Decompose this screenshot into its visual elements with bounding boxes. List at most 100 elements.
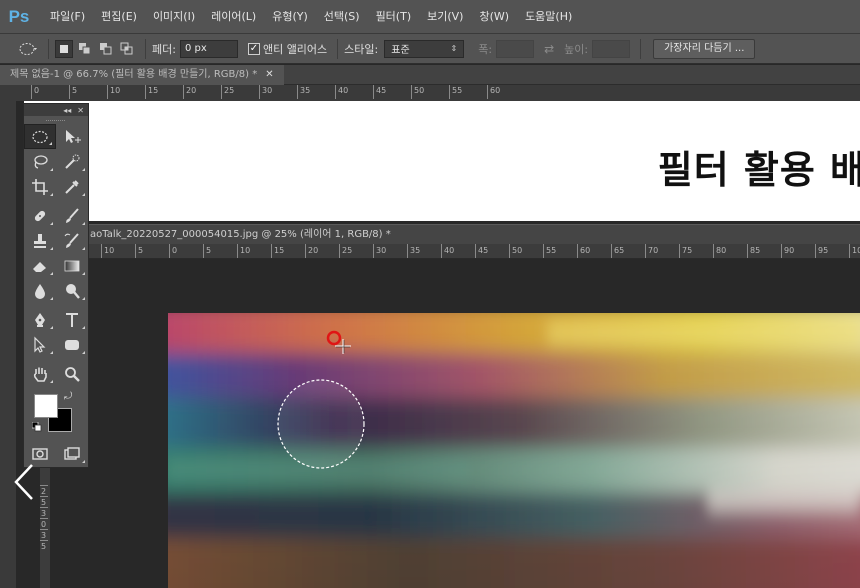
ruler-tick-label: 15 bbox=[274, 246, 285, 255]
pen-tool[interactable] bbox=[24, 307, 56, 332]
separator bbox=[337, 38, 339, 59]
menu-item[interactable]: 파일(F) bbox=[42, 0, 93, 34]
move-tool[interactable] bbox=[56, 124, 88, 149]
elliptical-selection-marquee bbox=[277, 379, 365, 469]
collapse-panel-icon[interactable]: ◂◂ bbox=[63, 106, 71, 115]
ruler-tick-mark bbox=[747, 244, 748, 258]
photoshop-logo: Ps bbox=[8, 6, 30, 26]
canvas-heading-text: 필터 활용 배 bbox=[657, 148, 860, 192]
subtract-from-selection-button[interactable] bbox=[97, 40, 115, 58]
close-panel-icon[interactable]: ✕ bbox=[77, 106, 84, 115]
intersect-selection-button[interactable] bbox=[118, 40, 136, 58]
menu-item[interactable]: 창(W) bbox=[471, 0, 517, 34]
feather-input[interactable]: 0 px bbox=[179, 39, 238, 58]
menu-item[interactable]: 보기(V) bbox=[419, 0, 471, 34]
hand-tool[interactable] bbox=[24, 361, 56, 386]
blurred-photo-layer[interactable] bbox=[168, 313, 860, 588]
crop-tool[interactable] bbox=[24, 174, 56, 199]
elliptical-marquee-icon bbox=[32, 130, 48, 143]
ruler-tick-mark bbox=[487, 85, 488, 99]
eyedropper-tool[interactable] bbox=[56, 174, 88, 199]
elliptical-marquee-tool[interactable] bbox=[24, 124, 56, 149]
foreground-color-swatch[interactable] bbox=[34, 394, 58, 418]
menu-item[interactable]: 이미지(I) bbox=[145, 0, 203, 34]
quick-selection-tool[interactable] bbox=[56, 149, 88, 174]
swap-colors-icon[interactable]: ⤾ bbox=[64, 391, 72, 402]
refine-edge-button[interactable]: 가장자리 다듬기 ... bbox=[653, 38, 756, 59]
tool-preset-picker[interactable] bbox=[16, 39, 42, 59]
tools-panel: ◂◂ ✕ ⤾ bbox=[23, 103, 89, 468]
tools-panel-header[interactable]: ◂◂ ✕ bbox=[24, 104, 88, 116]
menu-item[interactable]: 선택(S) bbox=[316, 0, 368, 34]
width-input[interactable] bbox=[496, 39, 535, 58]
previous-arrow-icon[interactable] bbox=[12, 462, 36, 502]
style-select[interactable]: 표준 ⇕ bbox=[384, 39, 465, 58]
menu-item[interactable]: 필터(T) bbox=[368, 0, 420, 34]
style-value: 표준 bbox=[391, 45, 410, 56]
eraser-tool[interactable] bbox=[24, 253, 56, 278]
document-tab-bar: 제목 없음-1 @ 66.7% (필터 활용 배경 만들기, RGB/8) * … bbox=[0, 65, 860, 85]
path-selection-tool[interactable] bbox=[24, 332, 56, 357]
ruler-tick-mark bbox=[169, 244, 170, 258]
ruler-tick-mark bbox=[40, 507, 48, 508]
menu-bar: Ps 파일(F) 편집(E) 이미지(I) 레이어(L) 유형(Y) 선택(S) 필터(T)… bbox=[0, 0, 860, 34]
menu-item[interactable]: 레이어(L) bbox=[203, 0, 264, 34]
clone-stamp-tool[interactable] bbox=[24, 228, 56, 253]
ruler-tick-mark bbox=[221, 85, 222, 99]
ruler-tick-mark bbox=[407, 244, 408, 258]
new-selection-icon bbox=[60, 44, 68, 53]
menu-item[interactable]: 도움말(H) bbox=[517, 0, 580, 34]
ruler-tick-label: 60 bbox=[580, 246, 591, 255]
back-document-canvas[interactable]: 필터 활용 배 bbox=[24, 101, 860, 221]
height-input[interactable] bbox=[592, 39, 631, 58]
ruler-tick-mark bbox=[713, 244, 714, 258]
history-brush-tool[interactable] bbox=[56, 228, 88, 253]
default-colors-icon[interactable] bbox=[31, 421, 42, 435]
ruler-tick-label: 90 bbox=[784, 246, 795, 255]
width-label: 폭: bbox=[478, 42, 493, 56]
antialias-checkbox[interactable]: ✓ bbox=[247, 42, 260, 55]
menu-item[interactable]: 유형(Y) bbox=[264, 0, 316, 34]
gradient-tool[interactable] bbox=[56, 253, 88, 278]
brush-tool[interactable] bbox=[56, 203, 88, 228]
antialias-toggle[interactable]: ✓ 앤티 앨리어스 bbox=[247, 41, 328, 57]
move-icon bbox=[66, 129, 81, 143]
blur-tool[interactable] bbox=[24, 278, 56, 303]
rectangle-tool[interactable] bbox=[56, 332, 88, 357]
close-icon[interactable]: ✕ bbox=[265, 65, 273, 85]
lasso-tool[interactable] bbox=[24, 149, 56, 174]
dodge-tool[interactable] bbox=[56, 278, 88, 303]
swap-width-height-icon[interactable]: ⇄ bbox=[544, 42, 554, 56]
ruler-tick-label: 45 bbox=[478, 246, 489, 255]
menu-item[interactable]: 편집(E) bbox=[93, 0, 145, 34]
ruler-tick-mark bbox=[259, 85, 260, 99]
ruler-tick-mark bbox=[509, 244, 510, 258]
screen-mode-tool[interactable] bbox=[56, 441, 88, 466]
ruler-tick-label: 55 bbox=[452, 86, 463, 95]
color-swatches: ⤾ bbox=[31, 391, 76, 436]
type-icon bbox=[66, 312, 78, 327]
eraser-icon bbox=[33, 261, 46, 272]
add-to-selection-button[interactable] bbox=[76, 40, 94, 58]
antialias-label: 앤티 앨리어스 bbox=[262, 42, 328, 56]
zoom-tool[interactable] bbox=[56, 361, 88, 386]
ruler-tick-label: 0 bbox=[34, 86, 40, 95]
new-selection-button[interactable] bbox=[55, 39, 73, 58]
lasso-icon bbox=[34, 154, 48, 169]
ruler-tick-mark bbox=[183, 85, 184, 99]
add-selection-icon bbox=[79, 42, 91, 54]
floating-document-titlebar[interactable]: aoTalk_20220527_000054015.jpg @ 25% (레이어… bbox=[88, 224, 860, 244]
separator bbox=[48, 38, 49, 59]
ruler-tick-mark bbox=[40, 529, 48, 530]
spot-healing-brush-tool[interactable] bbox=[24, 203, 56, 228]
crop-icon bbox=[32, 178, 48, 195]
pen-icon bbox=[35, 312, 45, 327]
ruler-tick-label: 5 bbox=[138, 246, 144, 255]
type-tool[interactable] bbox=[56, 307, 88, 332]
panel-grip[interactable] bbox=[24, 116, 88, 124]
separator bbox=[640, 38, 642, 59]
ruler-tick-label: 85 bbox=[750, 246, 761, 255]
document-tab[interactable]: 제목 없음-1 @ 66.7% (필터 활용 배경 만들기, RGB/8) * … bbox=[0, 65, 284, 85]
ruler-tick-mark bbox=[271, 244, 272, 258]
ruler-tick-label: 100 bbox=[852, 246, 860, 255]
